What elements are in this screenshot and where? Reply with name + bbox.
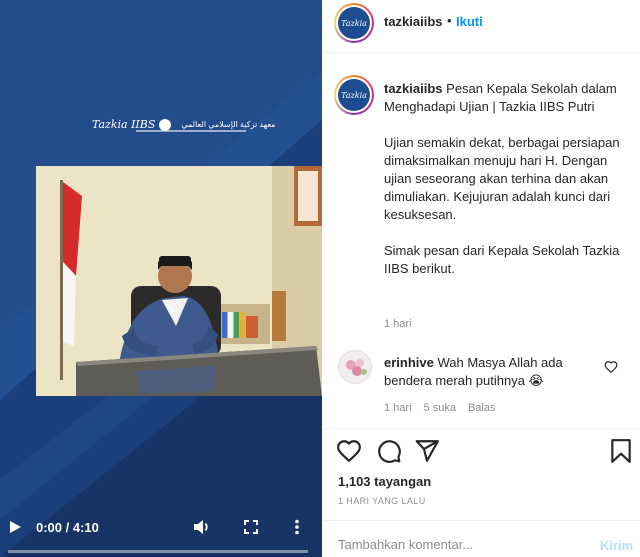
school-emblem-icon — [159, 118, 172, 131]
add-comment-input[interactable] — [338, 537, 588, 552]
comment-username[interactable]: erinhive — [384, 355, 434, 370]
avatar-logo-icon: Tazkia — [341, 18, 367, 28]
comment-box-divider — [322, 520, 640, 521]
view-count[interactable]: 1,103 tayangan — [338, 474, 431, 489]
video-player[interactable]: Tazkia IIBS معهد تزكية الإسلامي العالمي — [0, 0, 322, 557]
volume-icon — [194, 520, 208, 534]
comment-like-button[interactable] — [604, 360, 618, 374]
comment: erinhive Wah Masya Allah ada bendera mer… — [384, 354, 598, 390]
header-avatar[interactable]: Tazkia — [334, 3, 374, 43]
video-progress-bar[interactable] — [8, 550, 308, 553]
comment-reply-button[interactable]: Balas — [468, 402, 496, 414]
caption-username[interactable]: tazkiaiibs — [384, 81, 443, 96]
fullscreen-icon — [244, 520, 258, 534]
send-icon — [415, 440, 439, 462]
caption-paragraph-2: Simak pesan dari Kepala Sekolah Tazkia I… — [384, 243, 620, 276]
heart-icon — [604, 361, 618, 374]
share-button[interactable] — [414, 438, 440, 464]
bookmark-icon — [611, 439, 631, 463]
header-separator: • — [447, 13, 452, 28]
actions-divider — [322, 428, 640, 429]
caption: tazkiaiibs Pesan Kepala Sekolah dalam Me… — [384, 80, 630, 296]
like-button[interactable] — [336, 438, 362, 464]
post-comment-button[interactable]: Kirim — [600, 538, 633, 553]
school-logo: Tazkia IIBS معهد تزكية الإسلامي العالمي — [92, 118, 276, 132]
post-panel: Tazkia tazkiaiibs • Ikuti Tazkia tazkiai… — [322, 0, 640, 557]
caption-avatar[interactable]: Tazkia — [334, 75, 374, 115]
header-divider — [322, 52, 640, 53]
post-date: 1 HARI YANG LALU — [338, 496, 426, 506]
caption-time: 1 hari — [384, 318, 412, 330]
avatar-logo-icon: Tazkia — [341, 90, 367, 100]
play-icon — [10, 521, 21, 533]
comment-likes[interactable]: 5 suka — [424, 402, 456, 414]
video-scene — [36, 166, 322, 396]
volume-button[interactable] — [192, 518, 212, 536]
video-controls: 0:00 / 4:10 — [0, 510, 322, 557]
video-frame — [36, 166, 322, 396]
comment-avatar[interactable] — [338, 350, 372, 384]
school-logo-underline — [136, 130, 246, 132]
comment-time: 1 hari — [384, 402, 412, 414]
video-time: 0:00 / 4:10 — [36, 519, 99, 535]
save-button[interactable] — [608, 438, 634, 464]
flower-avatar-icon — [346, 359, 367, 376]
more-vertical-icon — [295, 519, 299, 535]
more-options-button[interactable] — [288, 518, 306, 536]
play-button[interactable] — [6, 518, 24, 536]
comment-meta: 1 hari 5 suka Balas — [384, 402, 495, 414]
caption-paragraph-1: Ujian semakin dekat, berbagai persiapan … — [384, 135, 620, 222]
comment-button[interactable] — [376, 438, 402, 464]
follow-button[interactable]: Ikuti — [456, 14, 483, 29]
school-arabic-text: معهد تزكية الإسلامي العالمي — [181, 120, 276, 129]
comment-icon — [378, 440, 401, 463]
fullscreen-button[interactable] — [242, 518, 260, 536]
header-username[interactable]: tazkiaiibs — [384, 14, 443, 29]
heart-icon — [337, 440, 361, 463]
